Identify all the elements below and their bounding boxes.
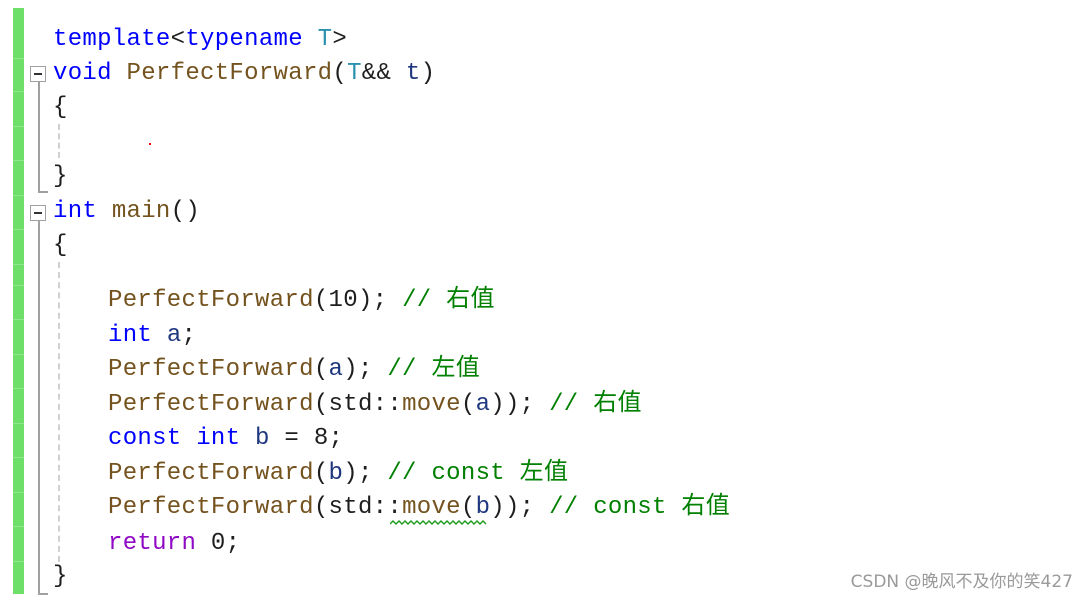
function-name: PerfectForward (108, 287, 314, 314)
punct: (std:: (313, 494, 403, 521)
keyword: int (53, 198, 98, 225)
comment: // 右值 (402, 287, 495, 314)
punct: ); (343, 356, 388, 383)
gutter-separator (13, 195, 24, 196)
function-name: main (111, 198, 171, 225)
function-name: move (402, 391, 461, 418)
brace: { (53, 232, 68, 259)
comment: // 左值 (387, 356, 481, 383)
comment: // const 右值 (549, 494, 731, 521)
punct: ( (460, 391, 476, 418)
punct: ); (343, 460, 388, 487)
code-line-12[interactable]: PerfectForward(std::move(a)); // 右值 (108, 388, 642, 422)
comment: // 右值 (549, 391, 642, 418)
keyword: int (196, 425, 241, 452)
punct: )); (490, 494, 550, 521)
gutter-separator (13, 126, 24, 127)
punct: 0; (196, 530, 241, 557)
variable: b (328, 460, 344, 487)
gutter-separator (13, 492, 24, 493)
function-name: PerfectForward (108, 356, 314, 383)
code-line-6[interactable]: int main() (53, 195, 200, 229)
collapse-main-icon[interactable] (30, 205, 46, 221)
function-name: PerfectForward (126, 60, 333, 87)
brace: { (53, 94, 68, 121)
code-line-13[interactable]: const int b = 8; (108, 422, 343, 456)
variable: a (166, 322, 182, 349)
code-line-3[interactable]: { (53, 91, 68, 125)
function-name: move (402, 494, 461, 521)
gutter-separator (13, 264, 24, 265)
variable: b (255, 425, 270, 452)
punct: ( (313, 356, 329, 383)
gutter-separator (13, 229, 24, 230)
function-name: PerfectForward (108, 460, 314, 487)
punct: ( (313, 460, 329, 487)
keyword: const (108, 425, 182, 452)
cursor-marker (149, 143, 151, 145)
comment: // const 左值 (387, 460, 569, 487)
code-line-2[interactable]: void PerfectForward(T&& t) (53, 57, 435, 91)
fold-guide-line (38, 221, 40, 595)
collapse-perfectforward-icon[interactable] (30, 66, 46, 82)
code-line-9[interactable]: PerfectForward(10); // 右值 (108, 284, 495, 318)
args: (10); (313, 287, 403, 314)
gutter-separator (13, 561, 24, 562)
punct: ) (420, 60, 436, 87)
indent-guide (58, 124, 62, 158)
gutter-separator (13, 319, 24, 320)
punct: )); (490, 391, 550, 418)
variable: a (328, 356, 344, 383)
keyword: void (53, 60, 112, 87)
punct: () (170, 198, 201, 225)
fold-guide-end (38, 593, 48, 595)
keyword: return (108, 530, 197, 557)
punct: < (170, 26, 186, 53)
gutter-separator (13, 285, 24, 286)
code-line-7[interactable]: { (53, 229, 68, 263)
brace: } (53, 163, 68, 190)
punct: = 8; (269, 425, 344, 452)
gutter-separator (13, 526, 24, 527)
gutter-separator (13, 423, 24, 424)
punct: && (361, 60, 406, 87)
punct: ( (460, 494, 476, 521)
variable: a (475, 391, 491, 418)
fold-guide-line (38, 82, 40, 192)
code-editor[interactable]: template<typename T> void PerfectForward… (0, 0, 1087, 602)
function-name: PerfectForward (108, 391, 314, 418)
gutter-separator (13, 457, 24, 458)
parameter: t (405, 60, 421, 87)
code-line-11[interactable]: PerfectForward(a); // 左值 (108, 353, 480, 387)
keyword: int (108, 322, 153, 349)
punct: (std:: (313, 391, 403, 418)
indent-guide (58, 262, 62, 562)
gutter-separator (13, 354, 24, 355)
fold-guide-end (38, 191, 48, 193)
punct: ( (332, 60, 348, 87)
variable: b (475, 494, 491, 521)
change-tracking-bar (13, 8, 24, 594)
punct: > (332, 26, 348, 53)
type-param: T (347, 60, 362, 87)
type-param: T (317, 26, 333, 53)
brace: } (53, 563, 68, 590)
code-line-14[interactable]: PerfectForward(b); // const 左值 (108, 457, 568, 491)
gutter-separator (13, 388, 24, 389)
warning-squiggle[interactable] (390, 520, 488, 526)
code-line-1[interactable]: template<typename T> (53, 23, 347, 57)
keyword: typename (185, 26, 303, 53)
code-line-17[interactable]: } (53, 560, 68, 594)
gutter-separator (13, 160, 24, 161)
keyword: template (53, 26, 171, 53)
watermark: CSDN @晚风不及你的笑427 (850, 572, 1073, 592)
punct: ; (181, 322, 197, 349)
code-line-5[interactable]: } (53, 160, 68, 194)
gutter-separator (13, 58, 24, 59)
code-line-10[interactable]: int a; (108, 319, 196, 353)
gutter-separator (13, 91, 24, 92)
function-name: PerfectForward (108, 494, 314, 521)
code-line-16[interactable]: return 0; (108, 527, 240, 561)
